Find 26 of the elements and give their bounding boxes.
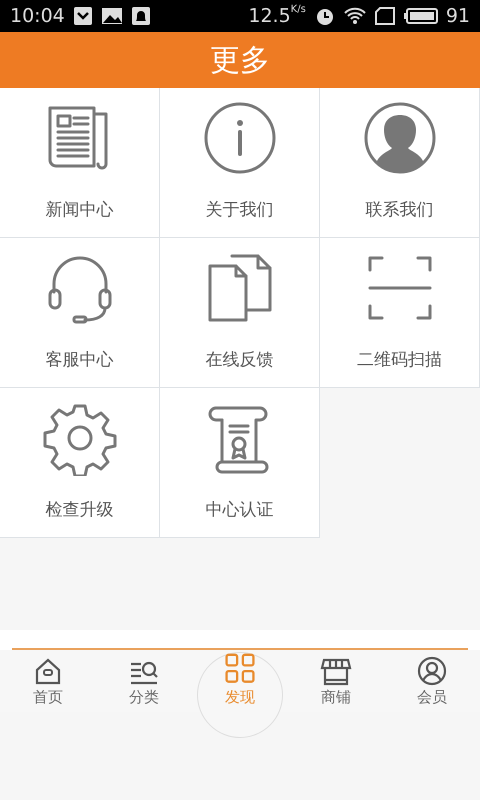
menu-tile[interactable]: 在线反馈 (160, 238, 320, 388)
sim-card-icon (374, 5, 396, 27)
menu-tile[interactable]: 客服中心 (0, 238, 160, 388)
battery-level: 91 (446, 4, 470, 29)
tab-bar-item[interactable]: 商铺 (288, 650, 384, 712)
menu-tile[interactable]: 关于我们 (160, 88, 320, 238)
menu-tile[interactable]: 新闻中心 (0, 88, 160, 238)
menu-tile[interactable]: 二维码扫描 (320, 238, 480, 388)
network-speed: 12.5 (248, 4, 291, 29)
clock-time: 10:04 (10, 4, 65, 29)
bell-icon (130, 6, 151, 26)
speed-unit: K/s (290, 2, 306, 17)
tab-bar-item[interactable]: 分类 (96, 650, 192, 712)
wifi-icon (344, 5, 366, 27)
person-icon (362, 100, 438, 176)
info-icon (202, 100, 278, 176)
page-title: 更多 (210, 42, 270, 80)
user-circle-icon (416, 656, 448, 686)
image-icon (100, 6, 123, 26)
menu-tile[interactable]: 检查升级 (0, 388, 160, 538)
menu-tile[interactable]: 中心认证 (160, 388, 320, 538)
battery-icon (404, 5, 438, 27)
tab-bar-item[interactable]: 首页 (0, 650, 96, 712)
notification-icon (72, 6, 93, 26)
tab-bar-item[interactable]: 会员 (384, 650, 480, 712)
menu-tile[interactable]: 联系我们 (320, 88, 480, 238)
